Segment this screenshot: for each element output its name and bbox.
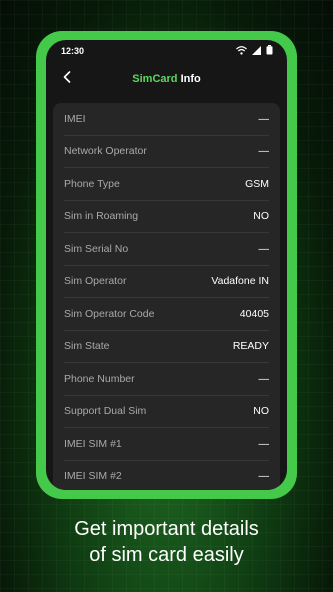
status-bar: 12:30: [46, 40, 287, 62]
caption-line-1: Get important details: [74, 518, 259, 540]
app-bar: SimCard Info: [46, 62, 287, 96]
info-card: IMEI — Network Operator — Phone Type GSM…: [53, 103, 280, 490]
status-icons: [236, 45, 273, 57]
row-label: Sim in Roaming: [64, 210, 139, 223]
row-value: —: [258, 372, 270, 385]
row-label: Support Dual Sim: [64, 405, 147, 418]
back-button[interactable]: [58, 70, 76, 88]
row-value: —: [258, 242, 270, 255]
info-row-sim-roaming: Sim in Roaming NO: [64, 201, 269, 233]
info-row-phone-type: Phone Type GSM: [64, 168, 269, 201]
title-accent: SimCard: [132, 73, 178, 85]
row-value: Vadafone IN: [211, 275, 269, 288]
row-label: Sim Serial No: [64, 242, 129, 255]
info-row-imei: IMEI —: [64, 103, 269, 136]
row-value: NO: [253, 405, 269, 418]
row-value: READY: [232, 340, 269, 353]
row-label: Sim Operator: [64, 275, 127, 288]
info-row-imei-sim2: IMEI SIM #2 —: [64, 461, 269, 491]
info-row-sim-operator: Sim Operator Vadafone IN: [64, 266, 269, 298]
row-label: Sim State: [64, 340, 110, 353]
row-value: —: [258, 145, 270, 158]
row-label: IMEI: [64, 112, 86, 125]
row-label: Sim Operator Code: [64, 307, 155, 320]
caption-line-2: of sim card easily: [89, 544, 244, 566]
phone-screen: 12:30 SimCard Info IMEI — Network Operat…: [46, 40, 287, 490]
row-value: —: [258, 470, 270, 483]
promo-caption: Get important details of sim card easily: [0, 516, 333, 568]
row-label: IMEI SIM #2: [64, 470, 122, 483]
back-arrow-icon: [63, 70, 71, 88]
wifi-icon: [236, 45, 247, 57]
info-row-imei-sim1: IMEI SIM #1 —: [64, 428, 269, 461]
info-row-network-operator: Network Operator —: [64, 136, 270, 168]
info-row-sim-state: Sim State READY: [64, 331, 269, 363]
row-value: —: [258, 112, 270, 125]
info-row-sim-operator-code: Sim Operator Code 40405: [64, 298, 269, 331]
status-time: 12:30: [61, 46, 85, 56]
page-title: SimCard Info: [132, 73, 200, 85]
row-value: 40405: [239, 307, 269, 320]
row-value: GSM: [245, 177, 269, 190]
info-row-dual-sim: Support Dual Sim NO: [64, 396, 269, 428]
row-value: —: [258, 437, 270, 450]
info-row-sim-serial: Sim Serial No —: [64, 233, 269, 266]
signal-icon: [252, 45, 261, 57]
row-label: Phone Type: [64, 177, 120, 190]
row-label: Phone Number: [64, 372, 135, 385]
info-row-phone-number: Phone Number —: [64, 363, 269, 396]
row-label: IMEI SIM #1: [64, 437, 122, 450]
row-label: Network Operator: [64, 145, 147, 158]
battery-icon: [266, 45, 273, 57]
row-value: NO: [253, 210, 269, 223]
title-rest: Info: [177, 73, 201, 85]
